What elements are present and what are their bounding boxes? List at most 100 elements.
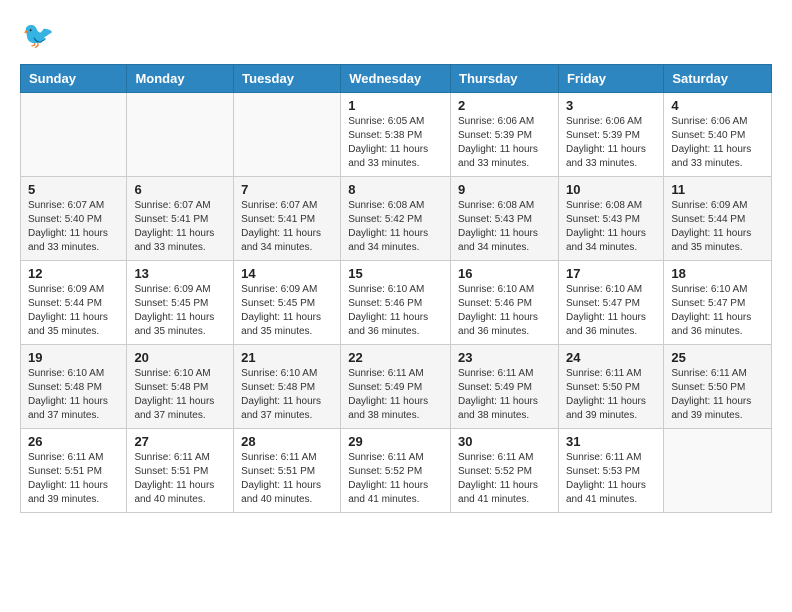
calendar-cell [21, 93, 127, 177]
day-info: Sunrise: 6:09 AM Sunset: 5:44 PM Dayligh… [28, 283, 119, 339]
day-number: 21 [241, 350, 333, 365]
day-info: Sunrise: 6:11 AM Sunset: 5:49 PM Dayligh… [348, 367, 443, 423]
day-number: 22 [348, 350, 443, 365]
day-number: 16 [458, 266, 551, 281]
header: 🐦 [20, 16, 772, 54]
day-number: 23 [458, 350, 551, 365]
day-info: Sunrise: 6:11 AM Sunset: 5:53 PM Dayligh… [566, 451, 656, 507]
calendar-header-wednesday: Wednesday [341, 65, 451, 93]
calendar-cell: 6 Sunrise: 6:07 AM Sunset: 5:41 PM Daylig… [127, 177, 234, 261]
calendar-cell: 19Sunrise: 6:10 AM Sunset: 5:48 PM Dayli… [21, 345, 127, 429]
calendar-cell: 23 Sunrise: 6:11 AM Sunset: 5:49 PM Dayli… [451, 345, 559, 429]
day-number: 20 [134, 350, 226, 365]
calendar-header-saturday: Saturday [664, 65, 772, 93]
calendar-cell [664, 429, 772, 513]
calendar-cell: 9 Sunrise: 6:08 AM Sunset: 5:43 PM Daylig… [451, 177, 559, 261]
day-number: 15 [348, 266, 443, 281]
day-info: Sunrise: 6:08 AM Sunset: 5:42 PM Dayligh… [348, 199, 443, 255]
calendar-header-thursday: Thursday [451, 65, 559, 93]
calendar-cell: 3Sunrise: 6:06 AM Sunset: 5:39 PM Daylig… [558, 93, 663, 177]
page: 🐦 SundayMondayTuesdayWednesdayThursdayFr… [0, 0, 792, 529]
day-number: 31 [566, 434, 656, 449]
day-info: Sunrise: 6:11 AM Sunset: 5:49 PM Dayligh… [458, 367, 551, 423]
calendar-cell: 12 Sunrise: 6:09 AM Sunset: 5:44 PM Dayli… [21, 261, 127, 345]
day-info: Sunrise: 6:07 AM Sunset: 5:40 PM Dayligh… [28, 199, 119, 255]
calendar-week-1: 5Sunrise: 6:07 AM Sunset: 5:40 PM Daylig… [21, 177, 772, 261]
calendar-cell: 14 Sunrise: 6:09 AM Sunset: 5:45 PM Dayli… [234, 261, 341, 345]
day-info: Sunrise: 6:10 AM Sunset: 5:48 PM Dayligh… [241, 367, 333, 423]
day-info: Sunrise: 6:05 AM Sunset: 5:38 PM Dayligh… [348, 115, 443, 171]
day-number: 6 [134, 182, 226, 197]
day-info: Sunrise: 6:10 AM Sunset: 5:46 PM Dayligh… [458, 283, 551, 339]
calendar-cell: 29 Sunrise: 6:11 AM Sunset: 5:52 PM Dayli… [341, 429, 451, 513]
day-number: 26 [28, 434, 119, 449]
calendar-cell: 20 Sunrise: 6:10 AM Sunset: 5:48 PM Dayli… [127, 345, 234, 429]
day-number: 9 [458, 182, 551, 197]
day-info: Sunrise: 6:09 AM Sunset: 5:45 PM Dayligh… [134, 283, 226, 339]
day-info: Sunrise: 6:10 AM Sunset: 5:47 PM Dayligh… [566, 283, 656, 339]
day-number: 27 [134, 434, 226, 449]
day-number: 12 [28, 266, 119, 281]
calendar: SundayMondayTuesdayWednesdayThursdayFrid… [20, 64, 772, 513]
day-info: Sunrise: 6:11 AM Sunset: 5:50 PM Dayligh… [566, 367, 656, 423]
calendar-cell: 1Sunrise: 6:05 AM Sunset: 5:38 PM Daylig… [341, 93, 451, 177]
day-info: Sunrise: 6:10 AM Sunset: 5:48 PM Dayligh… [134, 367, 226, 423]
calendar-cell [234, 93, 341, 177]
day-number: 4 [671, 98, 764, 113]
day-number: 10 [566, 182, 656, 197]
calendar-week-4: 26 Sunrise: 6:11 AM Sunset: 5:51 PM Dayli… [21, 429, 772, 513]
day-info: Sunrise: 6:10 AM Sunset: 5:47 PM Dayligh… [671, 283, 764, 339]
calendar-cell: 25 Sunrise: 6:11 AM Sunset: 5:50 PM Dayli… [664, 345, 772, 429]
calendar-header-row: SundayMondayTuesdayWednesdayThursdayFrid… [21, 65, 772, 93]
calendar-cell: 28 Sunrise: 6:11 AM Sunset: 5:51 PM Dayli… [234, 429, 341, 513]
day-number: 8 [348, 182, 443, 197]
day-number: 17 [566, 266, 656, 281]
calendar-cell: 11Sunrise: 6:09 AM Sunset: 5:44 PM Dayli… [664, 177, 772, 261]
day-info: Sunrise: 6:08 AM Sunset: 5:43 PM Dayligh… [458, 199, 551, 255]
day-info: Sunrise: 6:07 AM Sunset: 5:41 PM Dayligh… [134, 199, 226, 255]
calendar-cell: 21 Sunrise: 6:10 AM Sunset: 5:48 PM Dayli… [234, 345, 341, 429]
calendar-cell: 15Sunrise: 6:10 AM Sunset: 5:46 PM Dayli… [341, 261, 451, 345]
day-info: Sunrise: 6:11 AM Sunset: 5:51 PM Dayligh… [134, 451, 226, 507]
calendar-week-2: 12 Sunrise: 6:09 AM Sunset: 5:44 PM Dayli… [21, 261, 772, 345]
day-number: 7 [241, 182, 333, 197]
calendar-header-friday: Friday [558, 65, 663, 93]
day-info: Sunrise: 6:11 AM Sunset: 5:50 PM Dayligh… [671, 367, 764, 423]
day-number: 14 [241, 266, 333, 281]
calendar-cell: 16 Sunrise: 6:10 AM Sunset: 5:46 PM Dayli… [451, 261, 559, 345]
calendar-cell: 13Sunrise: 6:09 AM Sunset: 5:45 PM Dayli… [127, 261, 234, 345]
calendar-cell: 7Sunrise: 6:07 AM Sunset: 5:41 PM Daylig… [234, 177, 341, 261]
day-info: Sunrise: 6:06 AM Sunset: 5:39 PM Dayligh… [458, 115, 551, 171]
day-number: 28 [241, 434, 333, 449]
svg-text:🐦: 🐦 [22, 20, 54, 50]
calendar-cell: 5Sunrise: 6:07 AM Sunset: 5:40 PM Daylig… [21, 177, 127, 261]
day-number: 25 [671, 350, 764, 365]
calendar-cell: 4 Sunrise: 6:06 AM Sunset: 5:40 PM Daylig… [664, 93, 772, 177]
day-info: Sunrise: 6:06 AM Sunset: 5:40 PM Dayligh… [671, 115, 764, 171]
calendar-week-3: 19 Sunrise: 6:10 AM Sunset: 5:48 PM Dayli… [21, 345, 772, 429]
day-info: Sunrise: 6:06 AM Sunset: 5:39 PM Dayligh… [566, 115, 656, 171]
logo: 🐦 [20, 16, 62, 54]
day-number: 2 [458, 98, 551, 113]
calendar-cell: 17 Sunrise: 6:10 AM Sunset: 5:47 PM Dayli… [558, 261, 663, 345]
calendar-cell: 10Sunrise: 6:08 AM Sunset: 5:43 PM Dayli… [558, 177, 663, 261]
calendar-cell: 27 Sunrise: 6:11 AM Sunset: 5:51 PM Dayli… [127, 429, 234, 513]
day-number: 18 [671, 266, 764, 281]
calendar-cell: 30Sunrise: 6:11 AM Sunset: 5:52 PM Dayli… [451, 429, 559, 513]
calendar-cell: 24 Sunrise: 6:11 AM Sunset: 5:50 PM Dayli… [558, 345, 663, 429]
day-number: 24 [566, 350, 656, 365]
calendar-cell: 31 Sunrise: 6:11 AM Sunset: 5:53 PM Dayli… [558, 429, 663, 513]
calendar-cell: 2 Sunrise: 6:06 AM Sunset: 5:39 PM Daylig… [451, 93, 559, 177]
calendar-cell: 26 Sunrise: 6:11 AM Sunset: 5:51 PM Dayli… [21, 429, 127, 513]
calendar-cell: 22 Sunrise: 6:11 AM Sunset: 5:49 PM Dayli… [341, 345, 451, 429]
calendar-week-0: 1Sunrise: 6:05 AM Sunset: 5:38 PM Daylig… [21, 93, 772, 177]
logo-icon: 🐦 [20, 16, 58, 54]
day-info: Sunrise: 6:11 AM Sunset: 5:51 PM Dayligh… [28, 451, 119, 507]
day-number: 19 [28, 350, 119, 365]
day-info: Sunrise: 6:11 AM Sunset: 5:52 PM Dayligh… [348, 451, 443, 507]
calendar-cell: 18 Sunrise: 6:10 AM Sunset: 5:47 PM Dayli… [664, 261, 772, 345]
day-info: Sunrise: 6:11 AM Sunset: 5:51 PM Dayligh… [241, 451, 333, 507]
calendar-header-tuesday: Tuesday [234, 65, 341, 93]
day-info: Sunrise: 6:09 AM Sunset: 5:45 PM Dayligh… [241, 283, 333, 339]
day-number: 29 [348, 434, 443, 449]
